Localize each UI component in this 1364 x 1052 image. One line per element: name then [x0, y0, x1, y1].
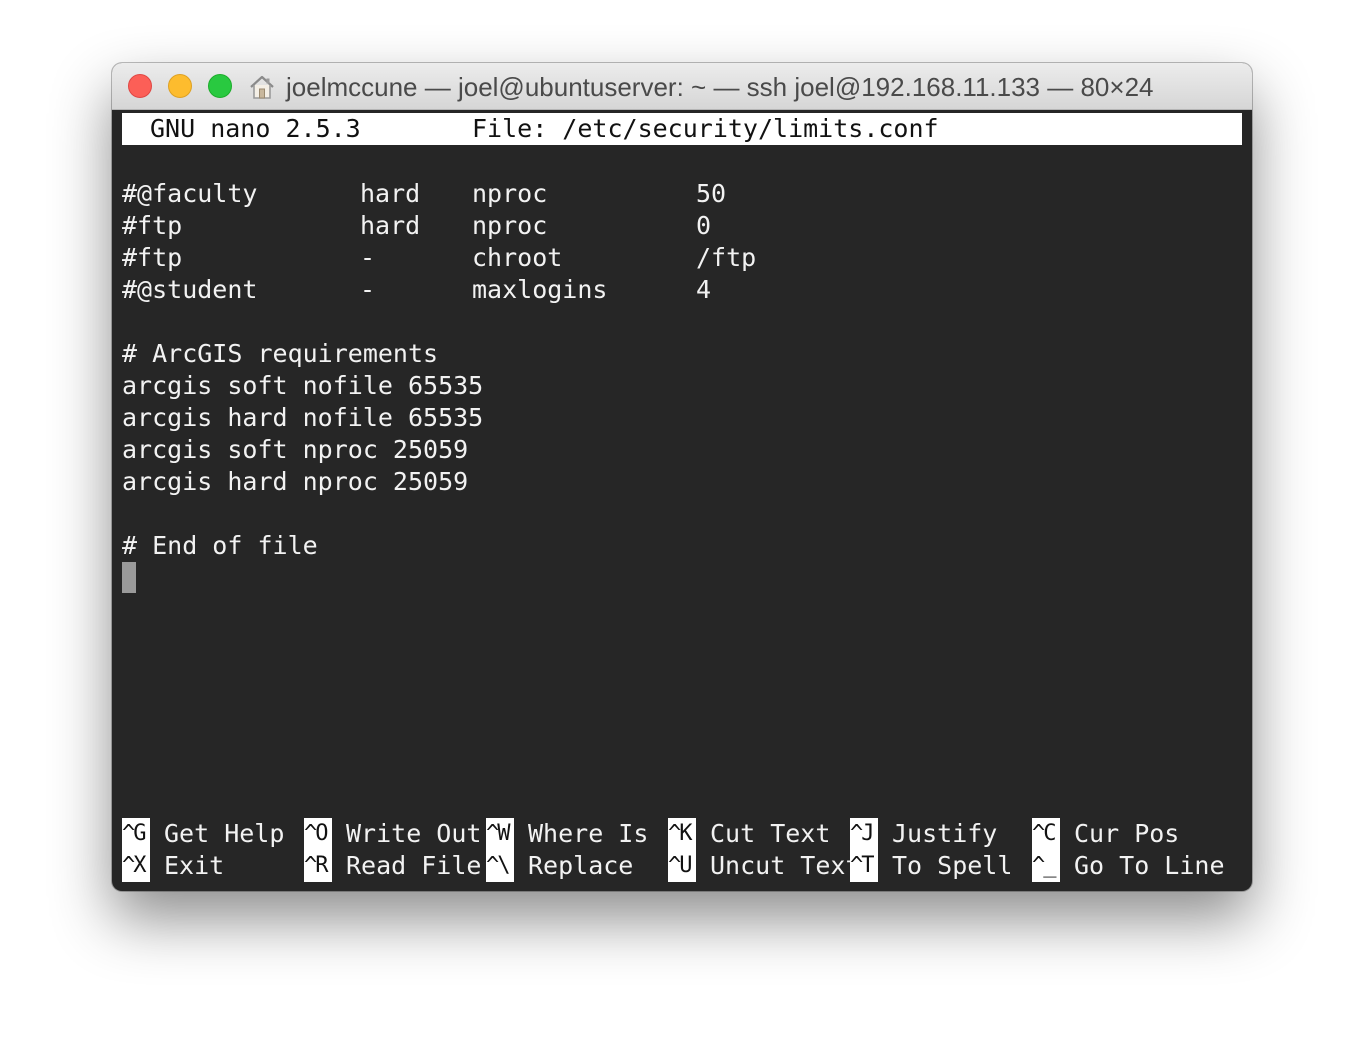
file-line-end-comment: # End of file	[122, 531, 318, 560]
shortcut-label: Cut Text	[710, 819, 831, 848]
col-value: 50	[696, 179, 727, 208]
shortcut-uncut-text[interactable]: ^U Uncut Text	[668, 850, 861, 882]
shortcut-label: Uncut Text	[710, 851, 861, 880]
col-item: chroot	[472, 243, 563, 272]
shortcut-cur-pos[interactable]: ^C Cur Pos	[1032, 818, 1232, 850]
col-value: /ftp	[696, 243, 757, 272]
col-domain: #ftp	[122, 211, 183, 240]
col-value: 4	[696, 275, 712, 304]
shortcut-key: ^O	[304, 818, 332, 850]
col-item: nproc	[472, 211, 548, 240]
col-item: maxlogins	[472, 275, 608, 304]
shortcut-key: ^G	[122, 818, 150, 850]
shortcut-justify[interactable]: ^J Justify	[850, 818, 1030, 850]
shortcut-key: ^K	[668, 818, 696, 850]
shortcut-label: Write Out	[346, 819, 482, 848]
shortcut-label: Exit	[164, 851, 225, 880]
nano-version: GNU nano 2.5.3	[150, 114, 361, 143]
shortcut-key: ^J	[850, 818, 878, 850]
nano-header-bar: GNU nano 2.5.3 File: /etc/security/limit…	[122, 113, 1242, 145]
shortcut-key: ^X	[122, 850, 150, 882]
close-button[interactable]	[128, 74, 152, 98]
shortcut-key: ^T	[850, 850, 878, 882]
file-line-arcgis-comment: # ArcGIS requirements	[122, 339, 439, 368]
shortcut-label: Replace	[528, 851, 634, 880]
minimize-button[interactable]	[168, 74, 192, 98]
file-line-arcgis-soft-nofile: arcgis soft nofile 65535	[122, 371, 484, 400]
text-cursor	[122, 562, 136, 593]
file-line-arcgis-hard-nofile: arcgis hard nofile 65535	[122, 403, 484, 432]
file-line-arcgis-soft-nproc: arcgis soft nproc 25059	[122, 435, 469, 464]
window-title: joelmccune — joel@ubuntuserver: ~ — ssh …	[286, 72, 1154, 102]
zoom-button[interactable]	[208, 74, 232, 98]
terminal-content[interactable]: GNU nano 2.5.3 File: /etc/security/limit…	[122, 113, 1242, 883]
file-line-faculty: #@faculty hard nproc 50	[122, 178, 726, 210]
shortcut-write-out[interactable]: ^O Write Out	[304, 818, 484, 850]
home-folder-icon	[250, 75, 274, 99]
shortcut-get-help[interactable]: ^G Get Help	[122, 818, 302, 850]
shortcut-key: ^_	[1032, 850, 1060, 882]
file-line-ftp-chroot: #ftp - chroot /ftp	[122, 242, 756, 274]
shortcut-label: Get Help	[164, 819, 285, 848]
shortcut-read-file[interactable]: ^R Read File	[304, 850, 484, 882]
file-line-ftp-nproc: #ftp hard nproc 0	[122, 210, 711, 242]
col-value: 0	[696, 211, 712, 240]
shortcut-cut-text[interactable]: ^K Cut Text	[668, 818, 848, 850]
shortcut-exit[interactable]: ^X Exit	[122, 850, 302, 882]
col-type: -	[360, 275, 376, 304]
shortcut-label: Cur Pos	[1074, 819, 1180, 848]
col-domain: #@faculty	[122, 179, 258, 208]
shortcut-key: ^\	[486, 850, 514, 882]
title-bar[interactable]: joelmccune — joel@ubuntuserver: ~ — ssh …	[112, 63, 1252, 110]
terminal-window: joelmccune — joel@ubuntuserver: ~ — ssh …	[112, 63, 1252, 891]
shortcut-label: Where Is	[528, 819, 649, 848]
col-item: nproc	[472, 179, 548, 208]
file-line-student: #@student - maxlogins 4	[122, 274, 711, 306]
shortcut-key: ^W	[486, 818, 514, 850]
col-type: hard	[360, 211, 421, 240]
shortcut-key: ^U	[668, 850, 696, 882]
shortcut-key: ^C	[1032, 818, 1060, 850]
col-type: hard	[360, 179, 421, 208]
shortcut-label: Go To Line	[1074, 851, 1225, 880]
col-domain: #@student	[122, 275, 258, 304]
nano-file-name: File: /etc/security/limits.conf	[472, 114, 939, 143]
file-line-arcgis-hard-nproc: arcgis hard nproc 25059	[122, 467, 469, 496]
shortcut-label: To Spell	[892, 851, 1013, 880]
col-type: -	[360, 243, 376, 272]
shortcut-to-spell[interactable]: ^T To Spell	[850, 850, 1030, 882]
shortcut-go-to-line[interactable]: ^_ Go To Line	[1032, 850, 1232, 882]
shortcut-replace[interactable]: ^\ Replace	[486, 850, 666, 882]
shortcut-label: Justify	[892, 819, 998, 848]
col-domain: #ftp	[122, 243, 183, 272]
shortcut-label: Read File	[346, 851, 482, 880]
shortcut-where-is[interactable]: ^W Where Is	[486, 818, 666, 850]
shortcut-key: ^R	[304, 850, 332, 882]
